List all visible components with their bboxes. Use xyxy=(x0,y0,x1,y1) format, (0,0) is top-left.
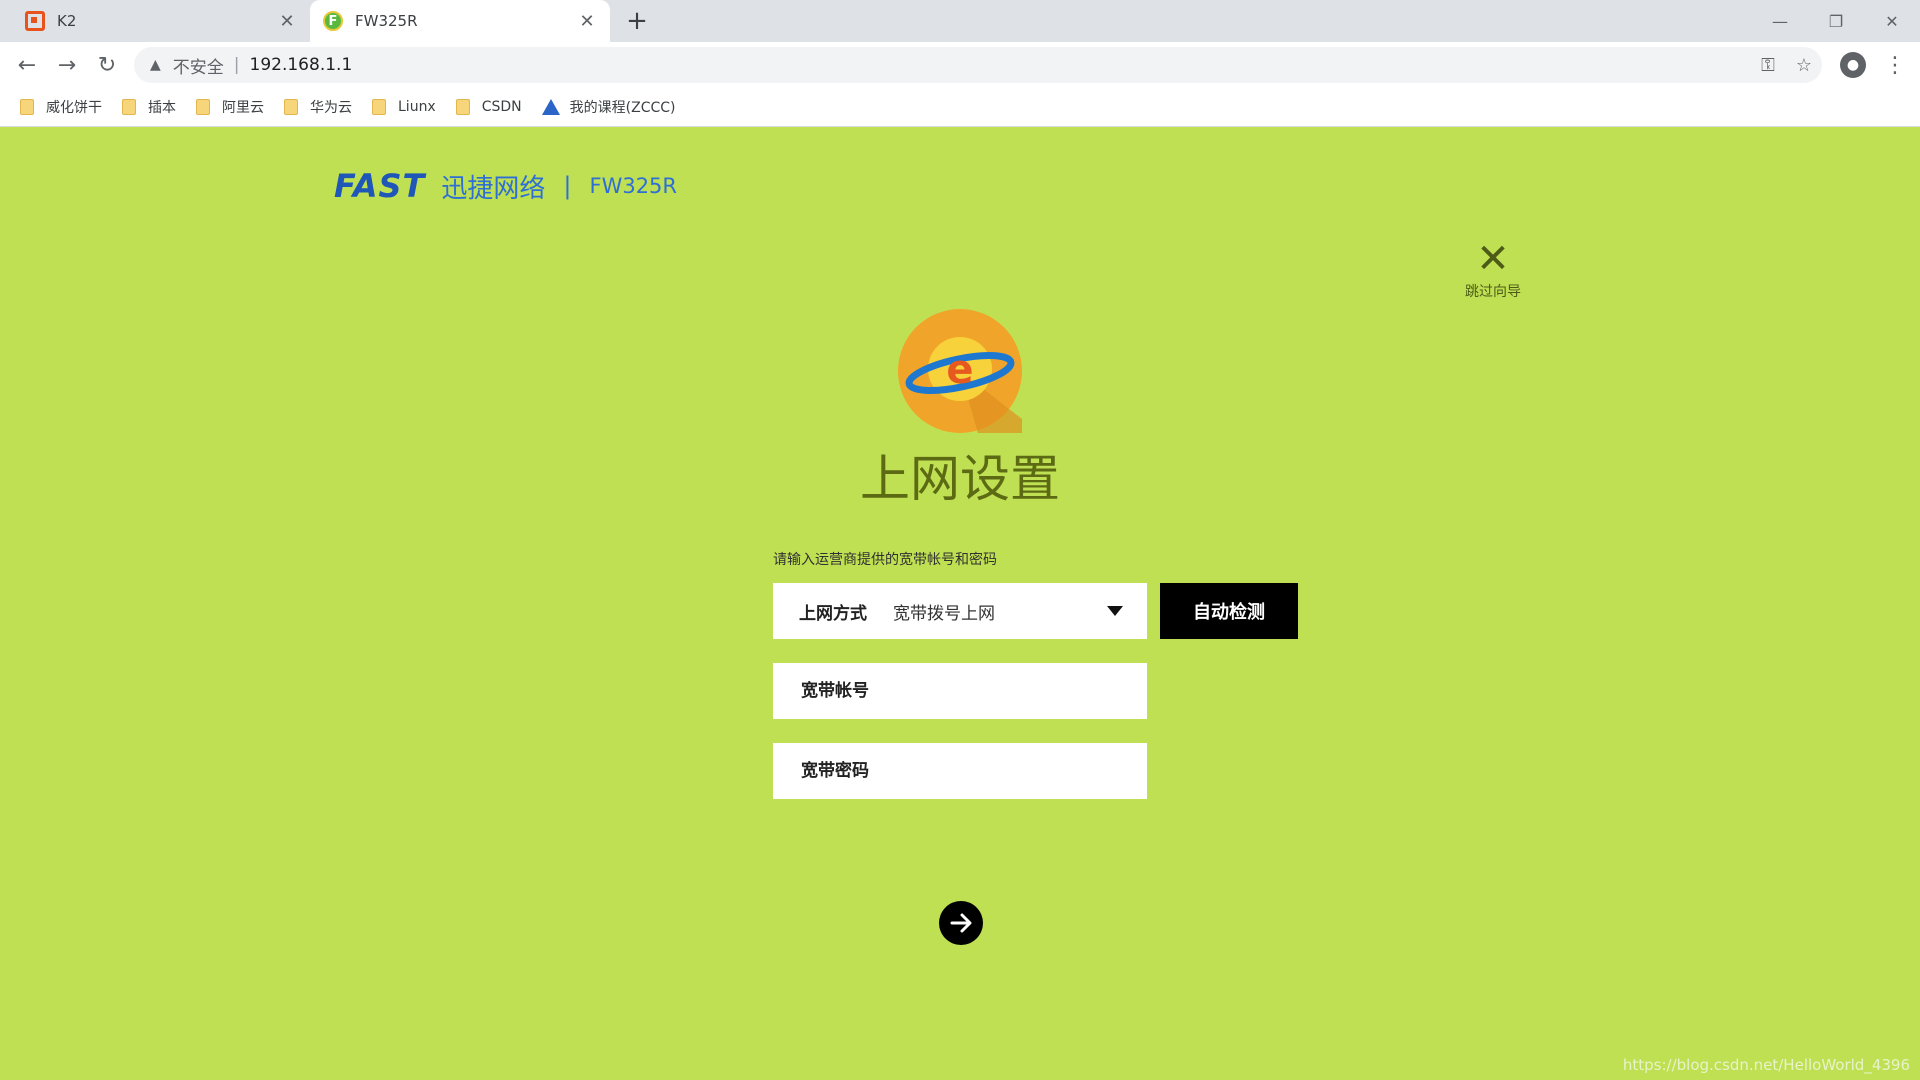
folder-icon xyxy=(372,99,386,115)
tab-close-icon[interactable]: ✕ xyxy=(576,11,598,32)
router-setup-page: FAST 迅捷网络 | FW325R ✕ 跳过向导 e 上网设置 请输入运营商提… xyxy=(0,127,1920,1080)
bookmark-item[interactable]: Liunx xyxy=(372,99,436,115)
star-icon[interactable]: ☆ xyxy=(1786,55,1822,76)
bookmark-item[interactable]: 阿里云 xyxy=(196,97,264,117)
tab-strip: K2 ✕ F FW325R ✕ + — ❐ ✕ xyxy=(0,0,1920,42)
bookmark-item[interactable]: 威化饼干 xyxy=(20,97,102,117)
brand-logo: FAST 迅捷网络 | FW325R xyxy=(334,167,677,205)
arrow-right-icon xyxy=(950,913,972,933)
instruction-text: 请输入运营商提供的宽带帐号和密码 xyxy=(773,552,997,568)
brand-name: FAST xyxy=(334,167,426,205)
bookmark-item[interactable]: 我的课程(ZCCC) xyxy=(541,97,676,117)
skip-wizard-label: 跳过向导 xyxy=(1465,284,1521,300)
security-label[interactable]: 不安全 xyxy=(173,53,224,78)
bookmark-item[interactable]: CSDN xyxy=(455,99,522,115)
auto-detect-button[interactable]: 自动检测 xyxy=(1160,583,1298,639)
reload-button[interactable]: ↻ xyxy=(92,50,122,80)
forward-button[interactable]: → xyxy=(52,50,82,80)
bookmark-item[interactable]: 插本 xyxy=(122,97,176,117)
skip-wizard-button[interactable]: ✕ 跳过向导 xyxy=(1458,239,1528,301)
internet-globe-icon: e xyxy=(898,309,1022,433)
address-bar[interactable]: ▲ 不安全 | 192.168.1.1 ⚿ ☆ xyxy=(134,47,1822,83)
close-icon: ✕ xyxy=(1476,236,1510,282)
folder-icon xyxy=(196,99,210,115)
model-name: FW325R xyxy=(589,174,678,198)
account-field[interactable] xyxy=(773,663,1147,719)
account-input[interactable] xyxy=(799,680,1123,702)
minimize-button[interactable]: — xyxy=(1752,0,1808,42)
restore-button[interactable]: ❐ xyxy=(1808,0,1864,42)
k2-favicon-icon xyxy=(25,11,45,31)
tab-close-icon[interactable]: ✕ xyxy=(276,11,298,32)
tab-k2[interactable]: K2 ✕ xyxy=(12,0,310,42)
folder-icon xyxy=(122,99,136,115)
window-close-button[interactable]: ✕ xyxy=(1864,0,1920,42)
warning-icon[interactable]: ▲ xyxy=(150,57,161,73)
bookmarks-bar: 威化饼干 插本 阿里云 华为云 Liunx CSDN 我的课程(ZCCC) xyxy=(0,88,1920,127)
brand-name-cn: 迅捷网络 xyxy=(441,173,546,204)
tab-title: FW325R xyxy=(355,12,418,30)
new-tab-button[interactable]: + xyxy=(622,6,652,36)
address-separator: | xyxy=(233,55,240,75)
folder-icon xyxy=(20,99,34,115)
tab-fw325r[interactable]: F FW325R ✕ xyxy=(310,0,610,42)
back-button[interactable]: ← xyxy=(12,50,42,80)
password-input[interactable] xyxy=(799,760,1123,782)
folder-icon xyxy=(455,99,470,115)
globe-letter: e xyxy=(946,347,973,393)
profile-avatar-icon[interactable]: ● xyxy=(1840,52,1866,78)
next-button[interactable] xyxy=(939,901,983,945)
key-icon[interactable]: ⚿ xyxy=(1750,55,1786,76)
watermark-text: https://blog.csdn.net/HelloWorld_4396 xyxy=(1622,1056,1910,1074)
brand-separator: | xyxy=(563,172,572,200)
chevron-down-icon xyxy=(1107,606,1123,616)
bookmark-item[interactable]: 华为云 xyxy=(284,97,352,117)
connection-mode-label: 上网方式 xyxy=(799,603,867,624)
connection-mode-value: 宽带拨号上网 xyxy=(893,603,995,624)
password-field[interactable] xyxy=(773,743,1147,799)
course-logo-icon xyxy=(541,99,560,115)
fast-favicon-icon: F xyxy=(323,11,343,31)
connection-mode-select[interactable]: 上网方式 宽带拨号上网 xyxy=(773,583,1147,639)
menu-icon[interactable]: ⋮ xyxy=(1880,50,1910,80)
url-text[interactable]: 192.168.1.1 xyxy=(250,55,1750,75)
page-title: 上网设置 xyxy=(860,450,1060,508)
folder-icon xyxy=(284,99,298,115)
tab-title: K2 xyxy=(57,12,77,30)
browser-toolbar: ← → ↻ ▲ 不安全 | 192.168.1.1 ⚿ ☆ ● ⋮ xyxy=(0,42,1920,88)
